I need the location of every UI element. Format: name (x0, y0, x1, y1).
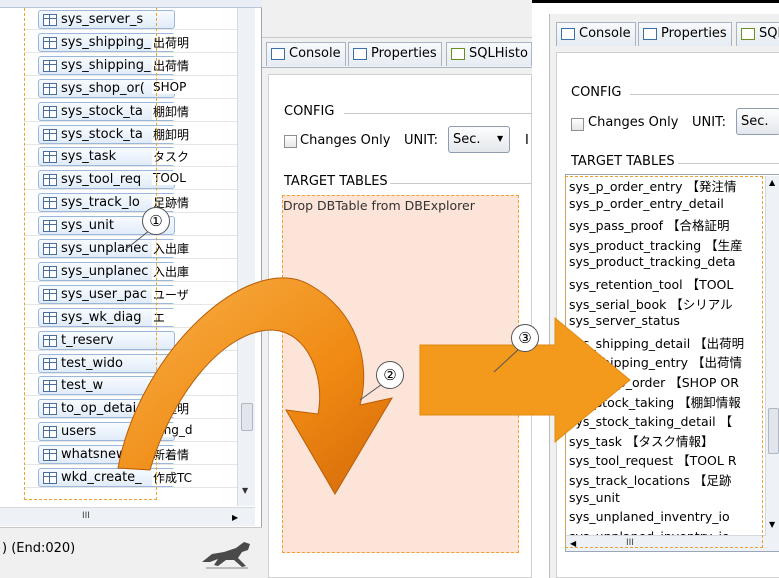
curved-drag-arrow (117, 277, 394, 495)
annotation-overlay (117, 229, 631, 495)
callout-1: ① (142, 207, 170, 235)
callout-3: ③ (511, 324, 539, 352)
callout-2: ② (376, 361, 404, 389)
